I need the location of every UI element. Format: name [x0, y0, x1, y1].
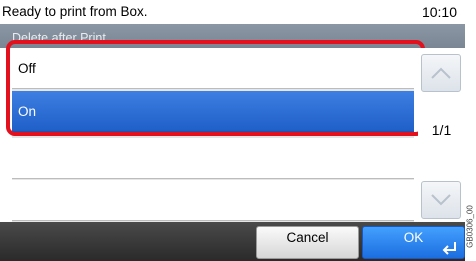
option-on[interactable]: On	[12, 91, 414, 132]
scroll-column: 1/1	[418, 48, 465, 222]
page-indicator: 1/1	[431, 122, 452, 138]
scroll-down-button[interactable]	[421, 181, 461, 219]
scroll-up-button[interactable]	[421, 54, 461, 92]
cancel-label: Cancel	[286, 230, 329, 245]
enter-icon	[442, 242, 456, 255]
clock: 10:10	[348, 0, 465, 24]
status-bar: Ready to print from Box. 10:10	[0, 0, 465, 24]
bottom-bar: Cancel OK	[0, 222, 465, 261]
ok-button[interactable]: OK	[362, 226, 465, 259]
panel-screen: Ready to print from Box. 10:10 Delete af…	[0, 0, 476, 261]
status-message: Ready to print from Box.	[0, 0, 348, 24]
cancel-button[interactable]: Cancel	[256, 226, 359, 259]
caption-text: GB0306_00	[465, 205, 475, 248]
option-off[interactable]: Off	[12, 48, 414, 89]
setting-header: Delete after Print	[0, 24, 465, 48]
list-item-empty	[12, 180, 414, 221]
option-on-label: On	[18, 104, 37, 119]
ok-label: OK	[403, 230, 424, 245]
setting-title: Delete after Print	[12, 31, 106, 45]
chevron-up-icon	[431, 67, 451, 79]
option-off-label: Off	[18, 61, 36, 76]
option-list: Off On	[12, 48, 414, 222]
list-item-empty	[12, 138, 414, 179]
figure-caption: GB0306_00	[465, 0, 476, 261]
chevron-down-icon	[431, 194, 451, 206]
